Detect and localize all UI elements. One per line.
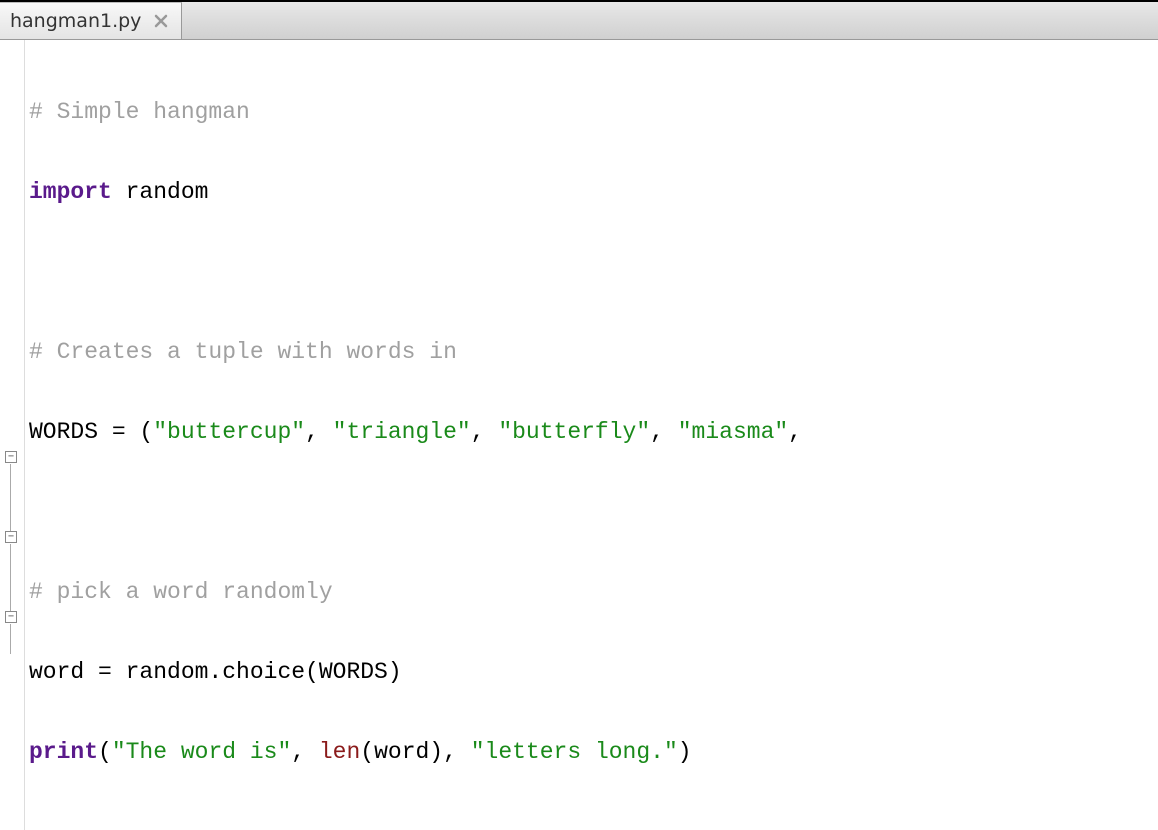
code-line: # Simple hangman [29, 92, 1158, 132]
fold-toggle-icon[interactable]: − [5, 531, 17, 543]
fold-guide [10, 544, 11, 612]
fold-toggle-icon[interactable]: − [5, 611, 17, 623]
code-line: import random [29, 172, 1158, 212]
code-line [29, 492, 1158, 532]
close-icon[interactable] [151, 11, 171, 31]
file-tab[interactable]: hangman1.py [0, 2, 182, 39]
code-line: WORDS = ("buttercup", "triangle", "butte… [29, 412, 1158, 452]
tab-filename: hangman1.py [10, 10, 141, 32]
code-line [29, 252, 1158, 292]
fold-toggle-icon[interactable]: − [5, 451, 17, 463]
code-line: word = random.choice(WORDS) [29, 652, 1158, 692]
editor: − − − # Simple hangman import random # C… [0, 40, 1158, 830]
code-line [29, 812, 1158, 830]
fold-gutter: − − − [0, 40, 25, 830]
code-line: # Creates a tuple with words in [29, 332, 1158, 372]
code-area[interactable]: # Simple hangman import random # Creates… [25, 40, 1158, 830]
tab-bar: hangman1.py [0, 2, 1158, 40]
fold-guide [10, 624, 11, 654]
code-line: # pick a word randomly [29, 572, 1158, 612]
fold-guide [10, 464, 11, 532]
code-line: print("The word is", len(word), "letters… [29, 732, 1158, 772]
